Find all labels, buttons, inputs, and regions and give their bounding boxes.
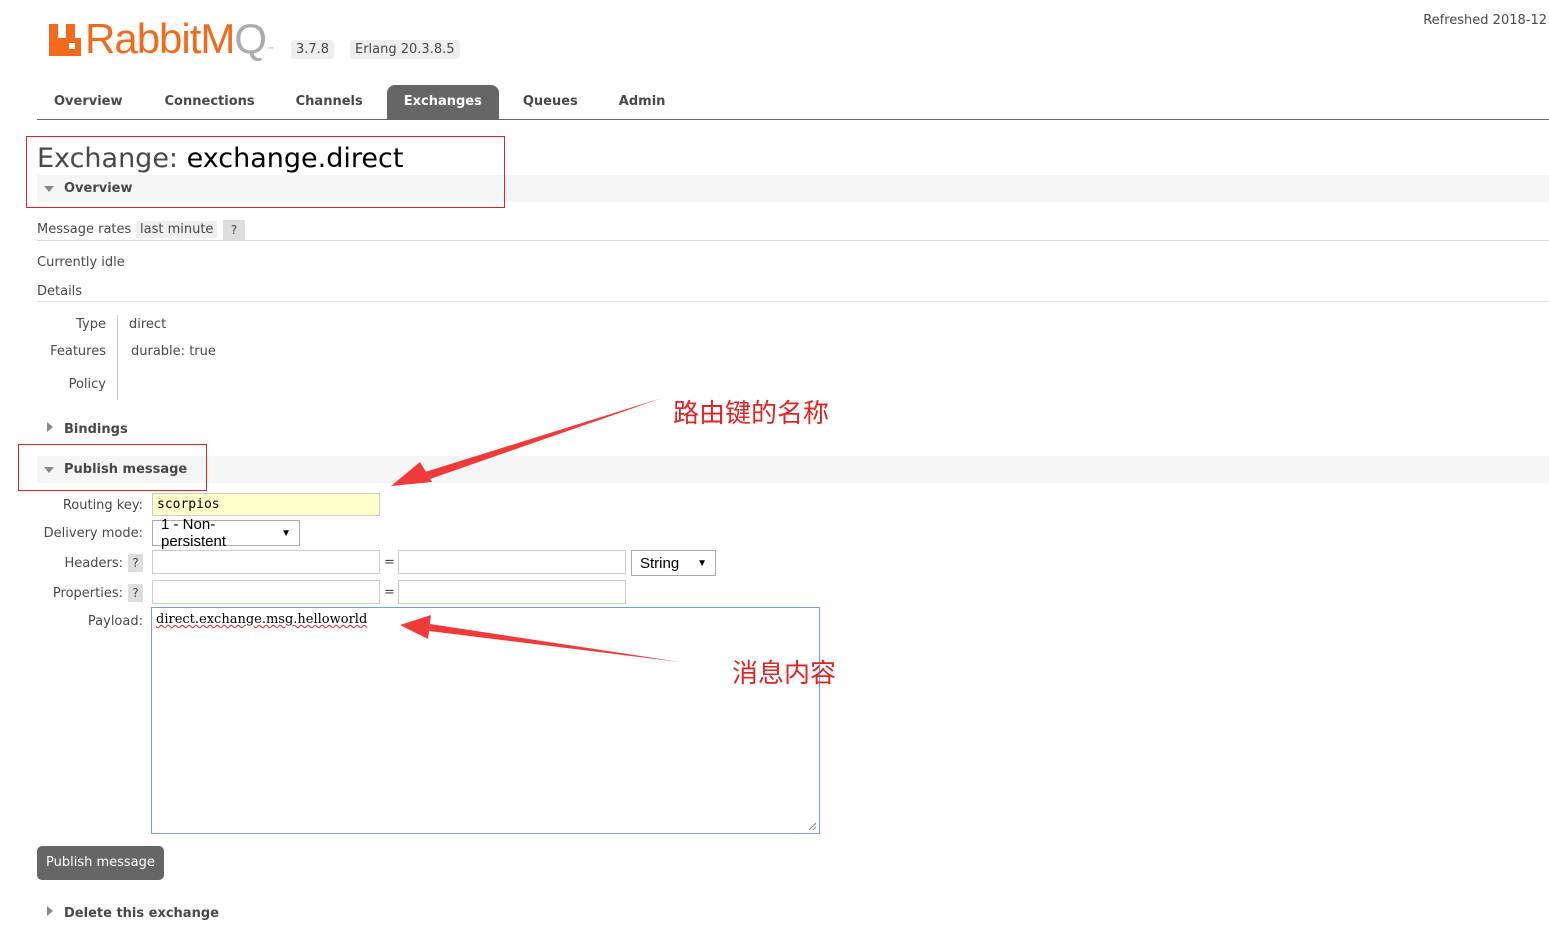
routing-key-arrow (391, 398, 662, 486)
payload-arrow (400, 615, 680, 662)
annotation-arrows (391, 398, 680, 662)
payload-annotation: 消息内容 (732, 659, 837, 689)
routing-key-annotation: 路由键的名称 (673, 399, 830, 429)
